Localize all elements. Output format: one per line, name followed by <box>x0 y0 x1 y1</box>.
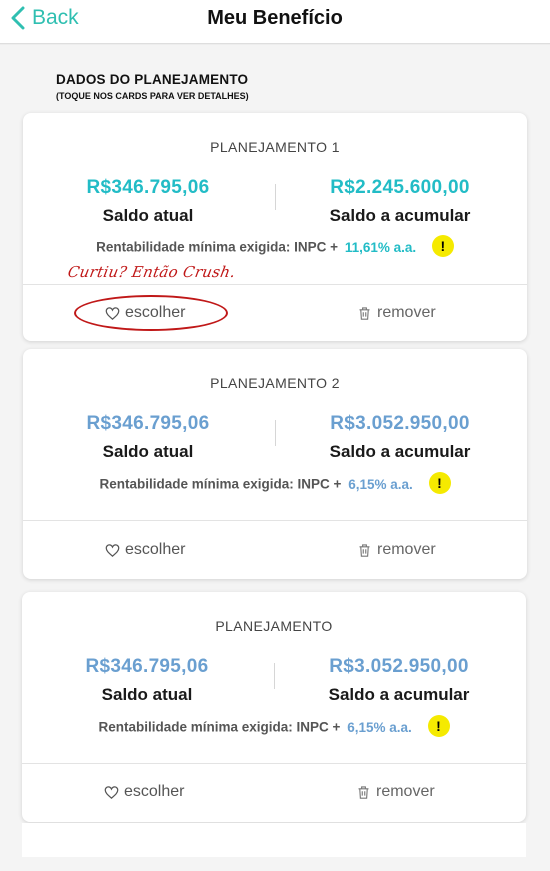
heart-icon <box>105 543 120 557</box>
saldo-atual-block: R$346.795,06 Saldo atual <box>23 413 273 462</box>
saldo-acumular-label: Saldo a acumular <box>329 206 471 225</box>
choose-button[interactable]: escolher <box>104 783 184 801</box>
saldo-acumular-value: R$3.052.950,00 <box>329 656 469 677</box>
rate-value: 6,15% a.a. <box>347 719 412 735</box>
saldo-acumular-value: R$2.245.600,00 <box>330 177 470 198</box>
saldo-atual-value: R$346.795,06 <box>86 413 210 434</box>
saldo-acumular-label: Saldo a acumular <box>328 685 470 704</box>
saldo-atual-label: Saldo atual <box>101 685 193 704</box>
page-title: Meu Benefício <box>207 7 343 29</box>
remove-button[interactable]: remover <box>356 783 435 801</box>
card-divider <box>23 520 527 521</box>
rentabilidade-text: Rentabilidade mínima exigida: INPC + <box>98 719 341 735</box>
next-card-edge <box>22 823 526 857</box>
trash-icon <box>359 306 370 320</box>
remove-label: remover <box>377 541 436 558</box>
saldo-atual-block: R$346.795,06 Saldo atual <box>23 177 273 226</box>
exclamation-icon[interactable]: ! <box>431 235 454 257</box>
nav-header: Back Meu Benefício <box>0 0 550 44</box>
rate-value: 11,61% a.a. <box>344 239 417 255</box>
saldo-acumular-label: Saldo a acumular <box>329 442 471 461</box>
remove-button[interactable]: remover <box>357 304 436 322</box>
choose-label: escolher <box>124 783 185 800</box>
card-title: PLANEJAMENTO <box>215 618 333 634</box>
saldo-atual-label: Saldo atual <box>102 206 194 225</box>
trash-icon <box>359 543 370 557</box>
remove-label: remover <box>377 304 436 321</box>
card-title: PLANEJAMENTO 1 <box>210 139 340 155</box>
saldo-atual-label: Saldo atual <box>102 442 194 461</box>
rentabilidade-text: Rentabilidade mínima exigida: INPC + <box>96 239 339 255</box>
saldo-atual-value: R$346.795,06 <box>86 177 210 198</box>
main-content: DADOS DO PLANEJAMENTO (TOQUE NOS CARDS P… <box>0 45 550 871</box>
saldo-atual-block: R$346.795,06 Saldo atual <box>22 656 272 705</box>
annotation-text: Curtiu? Então Crush. <box>66 263 238 281</box>
planning-card-3[interactable]: PLANEJAMENTO R$346.795,06 Saldo atual R$… <box>22 592 526 822</box>
heart-icon <box>104 785 119 799</box>
choose-label: escolher <box>125 541 186 558</box>
rate-value: 6,15% a.a. <box>348 476 413 492</box>
choose-button[interactable]: escolher <box>105 541 185 559</box>
planning-card-2[interactable]: PLANEJAMENTO 2 R$346.795,06 Saldo atual … <box>23 349 527 579</box>
remove-label: remover <box>376 783 435 800</box>
rentabilidade-line: Rentabilidade mínima exigida: INPC + 11,… <box>23 235 527 259</box>
saldo-acumular-block: R$2.245.600,00 Saldo a acumular <box>275 177 525 226</box>
remove-button[interactable]: remover <box>357 541 436 559</box>
exclamation-icon[interactable]: ! <box>428 472 451 494</box>
rentabilidade-text: Rentabilidade mínima exigida: INPC + <box>99 476 342 492</box>
annotation-circle <box>74 295 228 331</box>
card-divider <box>23 284 527 285</box>
rentabilidade-line: Rentabilidade mínima exigida: INPC + 6,1… <box>23 472 527 496</box>
rentabilidade-line: Rentabilidade mínima exigida: INPC + 6,1… <box>22 715 526 739</box>
saldo-atual-value: R$346.795,06 <box>85 656 209 677</box>
trash-icon <box>358 785 369 799</box>
section-title: DADOS DO PLANEJAMENTO <box>56 72 249 87</box>
card-title: PLANEJAMENTO 2 <box>210 375 340 391</box>
saldo-acumular-block: R$3.052.950,00 Saldo a acumular <box>274 656 524 705</box>
card-divider <box>22 763 526 764</box>
section-subtitle: (TOQUE NOS CARDS PARA VER DETALHES) <box>56 91 249 101</box>
saldo-acumular-value: R$3.052.950,00 <box>330 413 470 434</box>
exclamation-icon[interactable]: ! <box>427 715 450 737</box>
saldo-acumular-block: R$3.052.950,00 Saldo a acumular <box>275 413 525 462</box>
